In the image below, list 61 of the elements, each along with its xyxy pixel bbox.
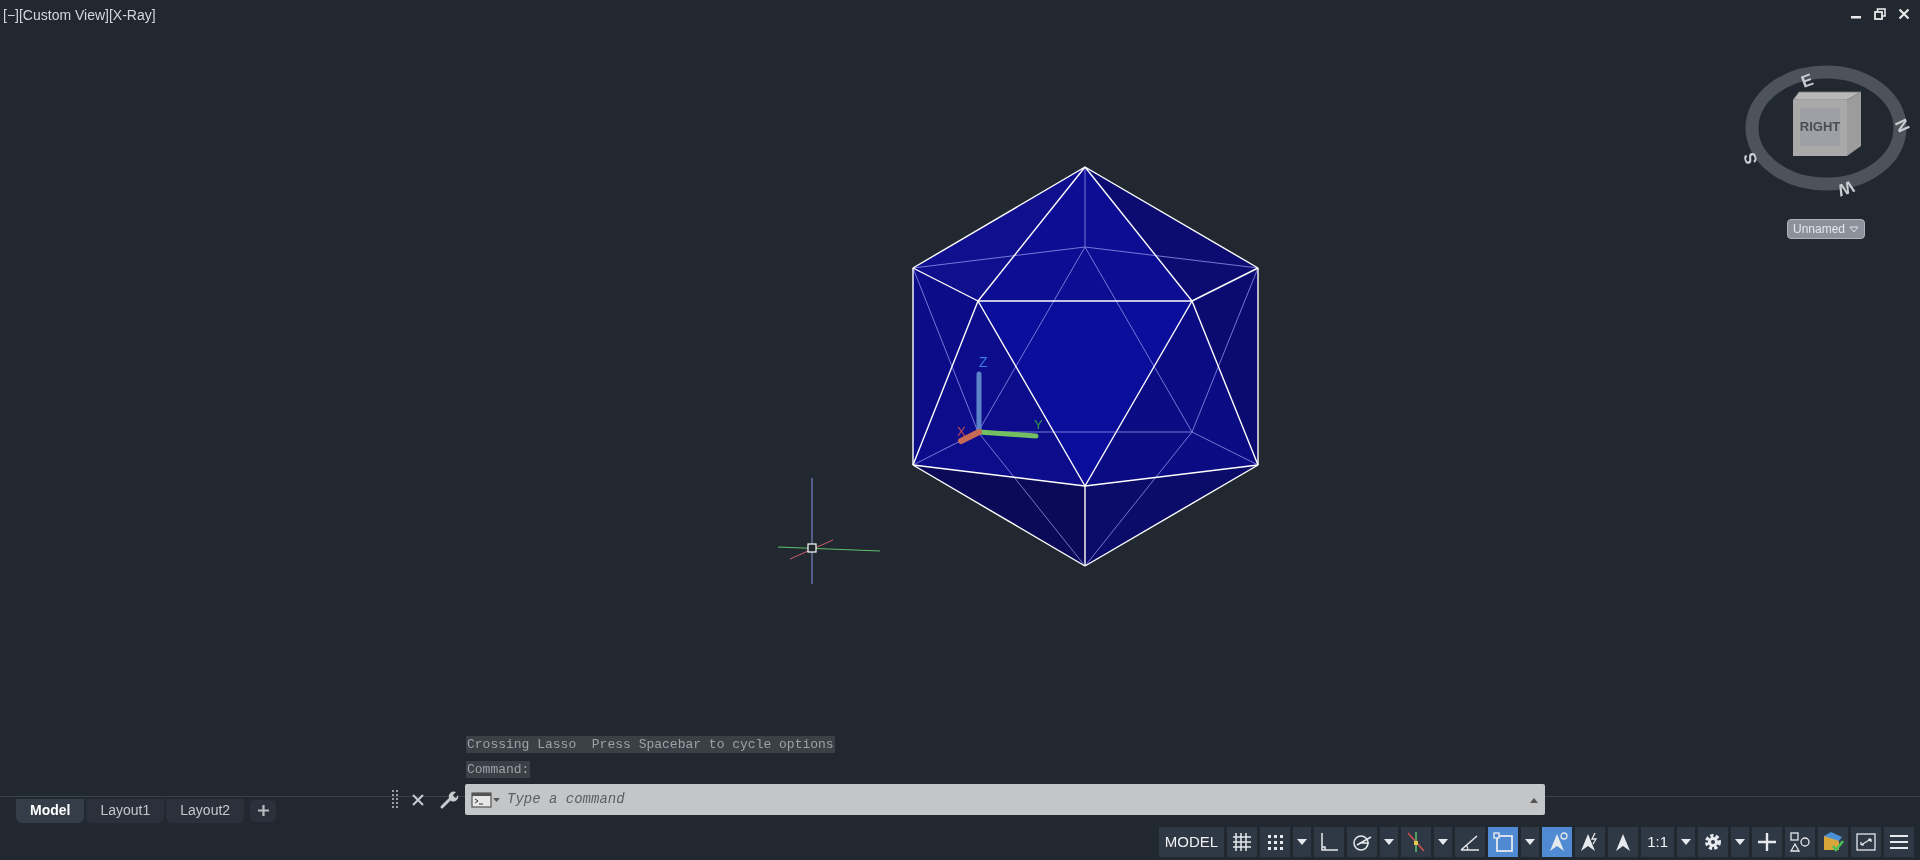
add-layout-button[interactable]	[250, 799, 277, 822]
close-icon[interactable]	[411, 792, 425, 807]
dropdown-button[interactable]	[1434, 827, 1453, 857]
dropdown-button[interactable]	[1677, 827, 1695, 857]
grid-icon	[1231, 831, 1254, 853]
layout-tab[interactable]: Model	[16, 798, 85, 823]
autoscale-button[interactable]	[1575, 827, 1606, 857]
caret-icon	[1297, 839, 1308, 845]
caret-icon	[1438, 839, 1449, 845]
command-input-field[interactable]: Type a command	[507, 789, 1523, 810]
menu-button[interactable]	[1884, 827, 1914, 857]
dropdown-button[interactable]	[1293, 827, 1312, 857]
command-window-icon[interactable]	[471, 791, 501, 808]
settings-button[interactable]	[1698, 827, 1728, 857]
polar-button[interactable]	[1347, 827, 1378, 857]
annotation-scale-button[interactable]	[1608, 827, 1639, 857]
layout-tab[interactable]: Layout2	[166, 798, 245, 823]
axis-label: Z	[979, 354, 988, 370]
close-icon[interactable]	[1898, 8, 1910, 20]
isolate-objects-button[interactable]	[1785, 827, 1815, 857]
fullscreen-icon	[1855, 831, 1877, 853]
object-snap-button[interactable]	[1488, 827, 1519, 857]
layout-tab[interactable]: Layout1	[86, 798, 165, 823]
ortho-button[interactable]	[1314, 827, 1345, 857]
shapes-icon	[1789, 831, 1811, 853]
dropdown-button[interactable]	[1380, 827, 1399, 857]
axis-label: Y	[1034, 417, 1043, 432]
viewport-controls-label[interactable]: [−][Custom View][X-Ray]	[3, 5, 156, 26]
compass-letter[interactable]: E	[1798, 69, 1816, 92]
isometric-button[interactable]	[1455, 827, 1486, 857]
compass-letter[interactable]: S	[1740, 150, 1762, 167]
restore-icon[interactable]	[1874, 8, 1886, 20]
snap-button[interactable]	[1260, 827, 1291, 857]
grid-button[interactable]	[1227, 827, 1258, 857]
dropdown-button[interactable]	[1521, 827, 1540, 857]
caret-icon	[1525, 839, 1536, 845]
dropdown-button[interactable]	[1731, 827, 1749, 857]
tracking-button[interactable]	[1401, 827, 1432, 857]
grip-handle-icon[interactable]	[392, 788, 399, 811]
fullscreen-button[interactable]	[1851, 827, 1881, 857]
compass-letter[interactable]: N	[1890, 116, 1914, 136]
plus-icon	[1756, 831, 1778, 853]
caret-icon	[1681, 839, 1691, 845]
compass-letter[interactable]: W	[1835, 176, 1857, 200]
hardware-acceleration-icon	[1822, 831, 1844, 853]
axis-label: X	[957, 424, 966, 439]
tracking-icon	[1405, 831, 1428, 853]
settings-icon	[1702, 831, 1724, 853]
hardware-acceleration-button[interactable]	[1818, 827, 1848, 857]
plus-icon	[257, 805, 269, 816]
command-line-bar[interactable]: Type a command	[465, 784, 1545, 815]
model-space-button[interactable]: MODEL	[1158, 827, 1225, 857]
add-button[interactable]	[1752, 827, 1782, 857]
caret-icon	[1735, 839, 1745, 845]
caret-icon	[1849, 225, 1860, 233]
ortho-icon	[1318, 831, 1341, 853]
object-snap-icon	[1492, 831, 1515, 853]
caret-icon	[1384, 839, 1395, 845]
annotation-visibility-button[interactable]	[1542, 827, 1573, 857]
wrench-icon[interactable]	[439, 789, 459, 810]
scale-button[interactable]: 1:1	[1641, 827, 1674, 857]
